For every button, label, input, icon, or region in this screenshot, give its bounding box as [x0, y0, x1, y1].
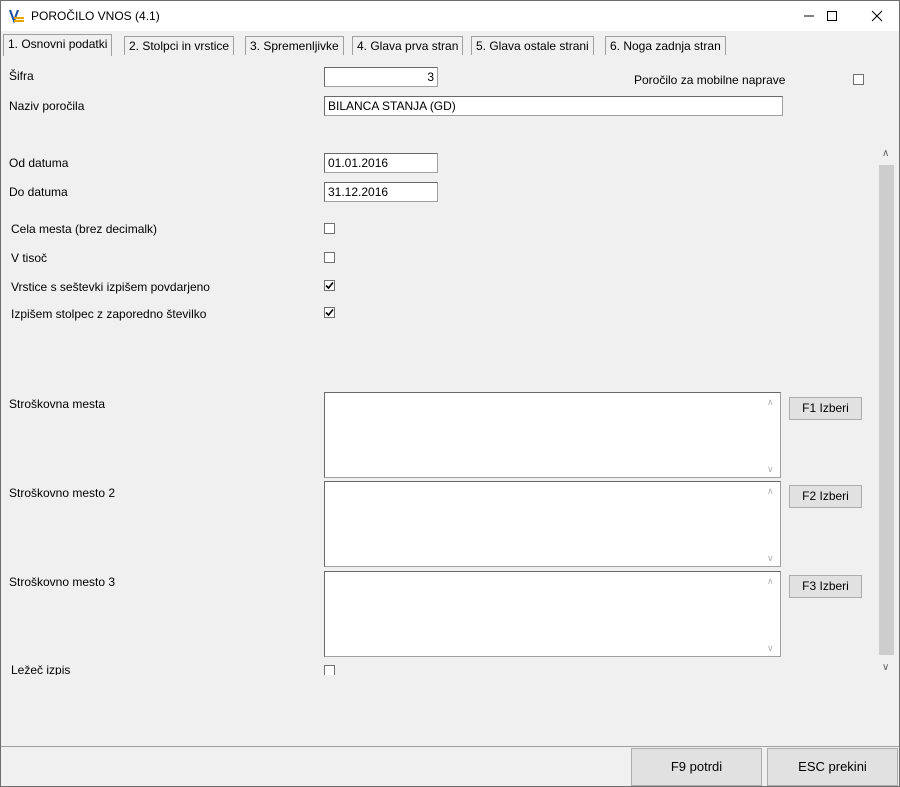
v-tisoc-label: V tisoč [11, 251, 48, 265]
scroll-down-icon[interactable]: ∨ [767, 553, 774, 564]
od-datuma-input[interactable]: 01.01.2016 [324, 153, 438, 173]
do-datuma-input[interactable]: 31.12.2016 [324, 182, 438, 202]
scroll-up-icon[interactable]: ∧ [767, 576, 774, 587]
title-bar[interactable]: POROČILO VNOS (4.1) [1, 1, 899, 31]
cela-mesta-checkbox[interactable] [324, 223, 335, 234]
tab-glava-ostale-strani[interactable]: 5. Glava ostale strani [471, 36, 594, 55]
naziv-label: Naziv poročila [9, 99, 85, 113]
checkmark-icon [325, 308, 334, 317]
sm2-memo-scrollbar[interactable]: ∧ ∨ [764, 482, 780, 566]
mobile-label: Poročilo za mobilne naprave [634, 73, 786, 87]
sm1-memo[interactable]: ∧ ∨ [324, 392, 781, 478]
sifra-input[interactable]: 3 [324, 67, 438, 87]
sifra-label: Šifra [9, 69, 34, 83]
tab-stolpci-in-vrstice[interactable]: 2. Stolpci in vrstice [124, 36, 235, 55]
f1-izberi-button[interactable]: F1 Izberi [789, 397, 862, 420]
mobile-checkbox[interactable] [853, 74, 864, 85]
sm1-label: Stroškovna mesta [9, 397, 106, 411]
stolpec-label: Izpišem stolpec z zaporedno številko [11, 307, 207, 321]
tab-glava-prva-stran[interactable]: 4. Glava prva stran [352, 36, 464, 55]
scroll-down-icon[interactable]: ∨ [767, 464, 774, 475]
cela-mesta-label: Cela mesta (brez decimalk) [11, 222, 158, 236]
lezec-izpis-checkbox[interactable] [324, 665, 335, 675]
checkmark-icon [325, 281, 334, 290]
scroll-down-icon[interactable]: ∨ [882, 662, 889, 673]
sm2-memo[interactable]: ∧ ∨ [324, 481, 781, 567]
v-tisoc-checkbox[interactable] [324, 252, 335, 263]
sm3-memo[interactable]: ∧ ∨ [324, 571, 781, 657]
scrollbar-thumb[interactable] [879, 165, 894, 655]
f2-izberi-button[interactable]: F2 Izberi [789, 485, 862, 508]
app-icon [9, 8, 25, 24]
panel-vertical-scrollbar[interactable]: ∧ ∨ [878, 145, 895, 675]
scroll-up-icon[interactable]: ∧ [767, 486, 774, 497]
stolpec-checkbox[interactable] [324, 307, 335, 318]
sm3-memo-scrollbar[interactable]: ∧ ∨ [764, 572, 780, 656]
tab-noga-zadnja-stran[interactable]: 6. Noga zadnja stran [605, 36, 726, 55]
scroll-down-icon[interactable]: ∨ [767, 643, 774, 654]
sm2-label: Stroškovno mesto 2 [9, 486, 116, 500]
cancel-button[interactable]: ESC prekini [767, 748, 898, 786]
confirm-button[interactable]: F9 potrdi [631, 748, 762, 786]
lezec-izpis-label: Ležeč izpis [11, 663, 71, 675]
report-entry-window: POROČILO VNOS (4.1) 1. Osnovni podatki 2… [0, 0, 900, 787]
naziv-input[interactable]: BILANCA STANJA (GD) [324, 96, 783, 116]
vrstice-checkbox[interactable] [324, 280, 335, 291]
window-title: POROČILO VNOS (4.1) [31, 9, 160, 23]
scroll-up-icon[interactable]: ∧ [767, 397, 774, 408]
sm3-label: Stroškovno mesto 3 [9, 575, 116, 589]
footer-bar: F9 potrdi ESC prekini [1, 746, 899, 786]
close-icon[interactable] [854, 1, 899, 31]
maximize-icon[interactable] [809, 1, 854, 31]
vrstice-label: Vrstice s seštevki izpišem povdarjeno [11, 280, 210, 294]
sm1-memo-scrollbar[interactable]: ∧ ∨ [764, 393, 780, 477]
od-datuma-label: Od datuma [9, 156, 69, 170]
do-datuma-label: Do datuma [9, 185, 68, 199]
f3-izberi-button[interactable]: F3 Izberi [789, 575, 862, 598]
scroll-up-icon[interactable]: ∧ [882, 148, 889, 159]
tab-spremenljivke[interactable]: 3. Spremenljivke [245, 36, 344, 55]
tab-osnovni-podatki[interactable]: 1. Osnovni podatki [3, 34, 113, 56]
clipped-row: Ležeč izpis [1, 663, 881, 675]
